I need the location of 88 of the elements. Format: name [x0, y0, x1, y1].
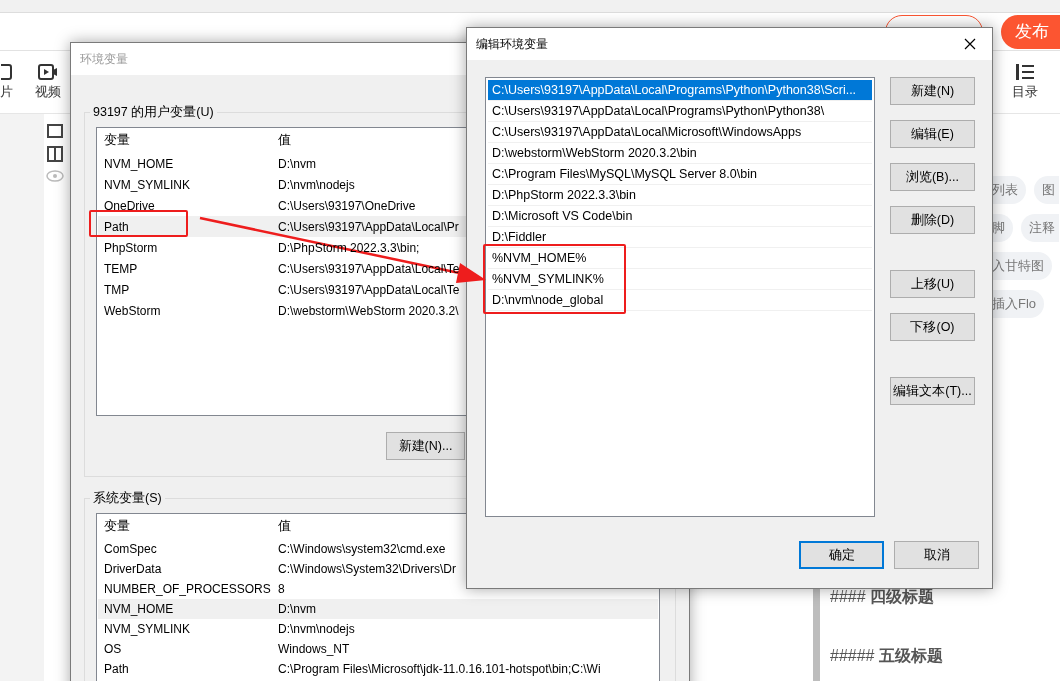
split-view-icon[interactable] — [47, 146, 63, 162]
path-text: D:\nvm\node_global — [491, 293, 604, 307]
path-text: D:\PhpStorm 2022.3.3\bin — [491, 188, 636, 202]
variable-value: 8 — [277, 582, 285, 596]
action-button[interactable]: 新建(N) — [890, 77, 975, 105]
video-icon — [38, 63, 58, 80]
variable-row[interactable]: Path C:\Program Files\Microsoft\jdk-11.0.16.101-hotspot\bin;C:\Wi — [98, 659, 658, 679]
group-label: 系统变量(S) — [92, 490, 163, 507]
new-button[interactable]: 新建(N)... — [386, 432, 465, 460]
path-entry[interactable]: D:\Microsoft VS Code\bin — [488, 206, 872, 227]
path-entry[interactable]: %NVM_HOME% — [488, 248, 872, 269]
insert-tag[interactable]: 入甘特图 — [992, 252, 1052, 280]
window-title: 环境变量 — [80, 50, 128, 68]
insert-tag[interactable]: 插入Flo — [992, 290, 1045, 318]
variable-value: C:\Users\93197\AppData\Local\Pr — [277, 219, 459, 234]
outline-button[interactable]: 目录 — [1012, 63, 1038, 101]
variable-value: D:\nvm — [277, 156, 316, 171]
variable-value: D:\webstorm\WebStorm 2020.3.2\ — [277, 303, 459, 318]
variable-name: ComSpec — [103, 542, 157, 556]
variable-value: C:\Windows\System32\Drivers\Dr — [277, 562, 457, 576]
path-text: D:\webstorm\WebStorm 2020.3.2\bin — [491, 146, 697, 160]
variable-name: OneDrive — [103, 198, 155, 213]
path-entry[interactable]: C:\Users\93197\AppData\Local\Programs\Python\Python38\ — [488, 101, 872, 122]
action-button[interactable]: 上移(U) — [890, 270, 975, 298]
variable-name: PhpStorm — [103, 240, 158, 255]
variable-name: WebStorm — [103, 303, 161, 318]
variable-value: C:\Windows\system32\cmd.exe — [277, 542, 446, 556]
action-button[interactable]: 浏览(B)... — [890, 163, 975, 191]
column-header[interactable]: 变量 — [98, 517, 130, 535]
action-button[interactable]: 删除(D) — [890, 206, 975, 234]
variable-value: C:\Users\93197\OneDrive — [277, 198, 416, 213]
path-text: %NVM_HOME% — [491, 251, 587, 265]
variable-name: NVM_SYMLINK — [103, 177, 191, 192]
cancel-button[interactable]: 取消 — [894, 541, 979, 569]
variable-name: NVM_HOME — [103, 156, 174, 171]
path-text: C:\Users\93197\AppData\Local\Microsoft\WindowsApps — [491, 125, 802, 139]
insert-tag[interactable]: 脚 — [992, 214, 1013, 242]
markdown-heading: ##### 五级标题 — [830, 646, 943, 666]
variable-row[interactable]: NVM_SYMLINK D:\nvm\nodejs — [98, 619, 658, 639]
path-entry[interactable]: D:\nvm\node_global — [488, 290, 872, 311]
column-header[interactable]: 值 — [272, 517, 291, 535]
variable-name: Path — [103, 662, 129, 676]
panel-icon[interactable] — [47, 124, 63, 138]
variable-name: NUMBER_OF_PROCESSORS — [103, 582, 271, 596]
action-button[interactable]: 编辑(E) — [890, 120, 975, 148]
close-icon — [964, 38, 976, 50]
variable-value: D:\PhpStorm 2022.3.3\bin; — [277, 240, 420, 255]
variable-name: Path — [103, 219, 129, 234]
variable-name: OS — [103, 642, 122, 656]
variable-name: NVM_HOME — [103, 602, 174, 616]
insert-tag[interactable]: 列表 — [992, 176, 1026, 204]
group-label: 93197 的用户变量(U) — [92, 104, 215, 121]
action-button[interactable]: 编辑文本(T)... — [890, 377, 975, 405]
path-entry[interactable]: C:\Users\93197\AppData\Local\Microsoft\WindowsApps — [488, 122, 872, 143]
ok-button[interactable]: 确定 — [799, 541, 884, 569]
toolbar-button[interactable]: 片 — [0, 63, 13, 101]
action-button[interactable]: 下移(O) — [890, 313, 975, 341]
variable-value: D:\nvm — [277, 602, 316, 616]
image-icon — [0, 63, 13, 80]
window-title: 编辑环境变量 — [476, 35, 548, 53]
variable-name: TEMP — [103, 261, 138, 276]
variable-value: Windows_NT — [277, 642, 350, 656]
variable-value: C:\Users\93197\AppData\Local\Te — [277, 282, 460, 297]
path-entry[interactable]: C:\Users\93197\AppData\Local\Programs\Python\Python38\Scri... — [488, 80, 872, 101]
path-entry[interactable]: D:\PhpStorm 2022.3.3\bin — [488, 185, 872, 206]
path-text: C:\Users\93197\AppData\Local\Programs\Python\Python38\Scri... — [491, 83, 857, 97]
insert-tag[interactable]: 图 — [1034, 176, 1059, 204]
path-entry[interactable]: C:\Program Files\MySQL\MySQL Server 8.0\bin — [488, 164, 872, 185]
path-text: C:\Program Files\MySQL\MySQL Server 8.0\bin — [491, 167, 757, 181]
path-entry[interactable]: D:\webstorm\WebStorm 2020.3.2\bin — [488, 143, 872, 164]
list-icon — [1016, 63, 1034, 80]
variable-name: NVM_SYMLINK — [103, 622, 191, 636]
path-text: %NVM_SYMLINK% — [491, 272, 604, 286]
toolbar-button[interactable]: 视频 — [35, 63, 61, 101]
variable-value: D:\nvm\nodejs — [277, 177, 355, 192]
variable-row[interactable]: NVM_HOME D:\nvm — [98, 599, 658, 619]
column-header[interactable]: 值 — [272, 131, 291, 149]
path-entry[interactable]: D:\Fiddler — [488, 227, 872, 248]
markdown-heading: #### 四级标题 — [830, 587, 935, 607]
insert-tag[interactable]: 注释 — [1021, 214, 1059, 242]
variable-name: TMP — [103, 282, 130, 297]
path-entry[interactable]: %NVM_SYMLINK% — [488, 269, 872, 290]
variable-value: D:\nvm\nodejs — [277, 622, 355, 636]
variable-value: C:\Program Files\Microsoft\jdk-11.0.16.101-hotspot\bin;C:\Wi — [277, 662, 601, 676]
column-header[interactable]: 变量 — [98, 131, 130, 149]
variable-name: DriverData — [103, 562, 162, 576]
variable-row[interactable]: OS Windows_NT — [98, 639, 658, 659]
path-text: C:\Users\93197\AppData\Local\Programs\Python\Python38\ — [491, 104, 825, 118]
